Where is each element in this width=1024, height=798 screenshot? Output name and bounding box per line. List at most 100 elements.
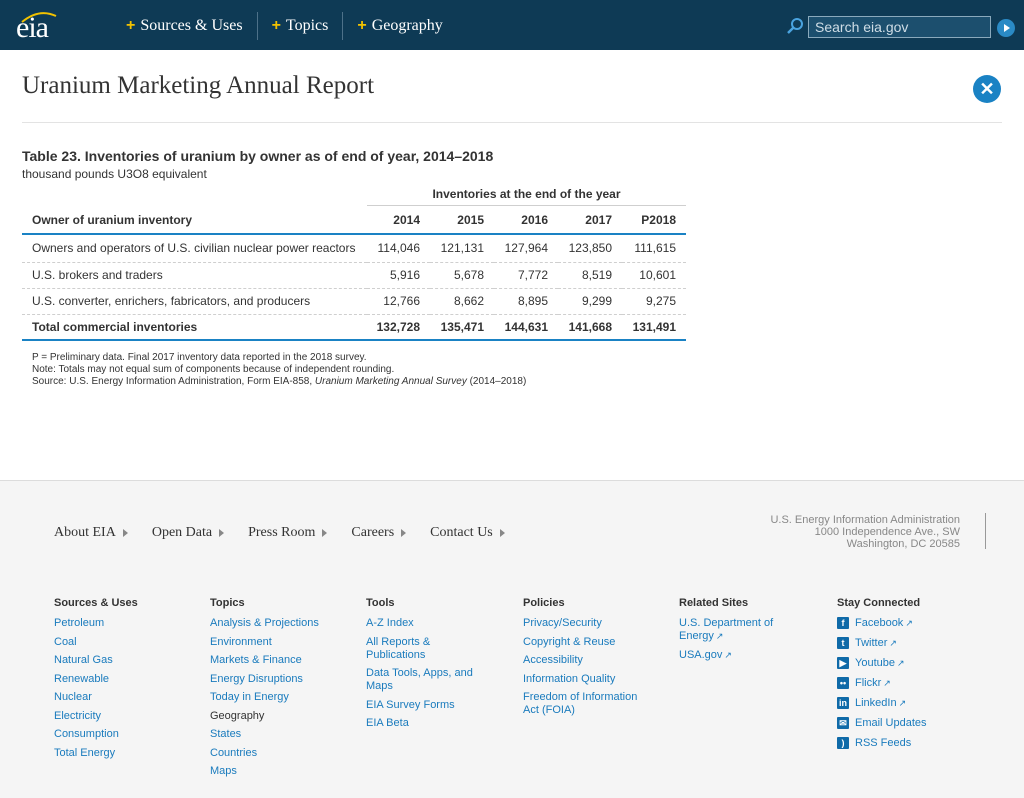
social-linkedin[interactable]: in LinkedIn ↗: [837, 697, 957, 709]
nav-geography[interactable]: + Geography: [343, 12, 456, 40]
social-label: LinkedIn: [855, 697, 897, 709]
footer-col-topics: Topics Analysis & Projections Environmen…: [210, 597, 360, 784]
table-cell: 111,615: [622, 234, 686, 263]
social-youtube[interactable]: ▶ Youtube ↗: [837, 657, 957, 669]
close-button[interactable]: ✕: [973, 75, 1001, 103]
column-header: 2016: [494, 206, 558, 235]
table-cell: 131,491: [622, 314, 686, 341]
footer-link[interactable]: Freedom of Information Act (FOIA): [523, 691, 653, 717]
footer-link[interactable]: Natural Gas: [54, 654, 204, 667]
footer-nav-contact[interactable]: Contact Us: [430, 525, 505, 541]
footer-link-usagov[interactable]: USA.gov ↗: [679, 649, 794, 662]
search-input[interactable]: Search eia.gov: [808, 16, 991, 38]
footer-link-label: USA.gov: [679, 648, 723, 661]
flickr-icon: ••: [837, 677, 849, 689]
footer-nav-about[interactable]: About EIA: [54, 525, 128, 541]
social-flickr[interactable]: •• Flickr ↗: [837, 677, 957, 689]
footer-link[interactable]: Coal: [54, 636, 204, 649]
footer-nav-open-data[interactable]: Open Data: [152, 525, 225, 541]
footer-link[interactable]: Accessibility: [523, 654, 653, 667]
footer-link[interactable]: Countries: [210, 747, 360, 760]
footer-nav-label: Press Room: [248, 525, 316, 540]
nav-sources-uses[interactable]: + Sources & Uses: [112, 12, 258, 40]
search-submit-button[interactable]: [997, 19, 1015, 37]
table-cell: 127,964: [494, 234, 558, 263]
footer-link[interactable]: Maps: [210, 765, 360, 778]
footer-link[interactable]: Data Tools, Apps, and Maps: [366, 667, 476, 693]
footer-col-tools: Tools A-Z Index All Reports & Publicatio…: [366, 597, 476, 736]
footer-col-heading: Topics: [210, 597, 245, 609]
caret-right-icon: [499, 529, 505, 537]
table-cell: 9,299: [558, 288, 622, 315]
table-cell: Owners and operators of U.S. civilian nu…: [22, 234, 367, 263]
footer-col-related: Related Sites U.S. Department of Energy ↗…: [679, 597, 794, 667]
footer-link[interactable]: Petroleum: [54, 617, 204, 630]
footer-col-heading: Related Sites: [679, 597, 749, 609]
nav-label: Geography: [371, 17, 443, 34]
table-group-header: Inventories at the end of the year: [367, 187, 686, 206]
footer-link[interactable]: Electricity: [54, 710, 204, 723]
table-cell: 5,916: [367, 262, 430, 289]
footer-link[interactable]: Energy Disruptions: [210, 673, 360, 686]
footer-link[interactable]: Information Quality: [523, 673, 653, 686]
footer-col-heading: Policies: [523, 597, 565, 609]
table-cell: 144,631: [494, 314, 558, 341]
external-link-icon: ↗: [724, 649, 732, 660]
social-email[interactable]: ✉ Email Updates: [837, 717, 957, 729]
nav-label: Sources & Uses: [140, 17, 243, 34]
source-title: Uranium Marketing Annual Survey: [314, 376, 467, 387]
footer-link[interactable]: Environment: [210, 636, 360, 649]
footer-link[interactable]: Analysis & Projections: [210, 617, 360, 630]
column-header: 2014: [367, 206, 430, 235]
footer-col-heading: Stay Connected: [837, 597, 921, 609]
external-link-icon: ↗: [715, 631, 724, 641]
footer-link[interactable]: Consumption: [54, 728, 204, 741]
footer-link[interactable]: Copyright & Reuse: [523, 636, 653, 649]
social-rss[interactable]: ) RSS Feeds: [837, 737, 957, 749]
nav-topics[interactable]: + Topics: [258, 12, 344, 40]
caret-right-icon: [219, 529, 225, 537]
external-link-icon: ↗: [898, 697, 907, 708]
footer-link[interactable]: EIA Survey Forms: [366, 699, 476, 712]
footer-link[interactable]: A-Z Index: [366, 617, 476, 630]
social-label: Youtube: [855, 657, 895, 669]
external-link-icon: ↗: [883, 677, 891, 688]
linkedin-icon: in: [837, 697, 849, 709]
table-cell: 10,601: [622, 262, 686, 289]
facebook-icon: f: [837, 617, 849, 629]
footer-nav-label: About EIA: [54, 525, 116, 540]
eia-logo[interactable]: eia: [16, 6, 60, 44]
column-header: 2015: [430, 206, 494, 235]
address-block: U.S. Energy Information Administration 1…: [770, 514, 960, 550]
footer-nav-press-room[interactable]: Press Room: [248, 525, 328, 541]
footer-nav: About EIA Open Data Press Room Careers C…: [54, 525, 529, 541]
social-label: Flickr: [855, 677, 882, 689]
footer-link[interactable]: Today in Energy: [210, 691, 360, 704]
social-facebook[interactable]: f Facebook ↗: [837, 617, 957, 629]
address-line: U.S. Energy Information Administration: [770, 514, 960, 526]
footer-nav-careers[interactable]: Careers: [351, 525, 407, 541]
page-title: Uranium Marketing Annual Report: [22, 72, 375, 99]
footer-link[interactable]: Nuclear: [54, 691, 204, 704]
footer: About EIA Open Data Press Room Careers C…: [0, 480, 1024, 798]
footer-link-doe[interactable]: U.S. Department of Energy ↗: [679, 617, 794, 643]
inventory-table: Owner of uranium inventory 2014 2015 201…: [22, 206, 686, 341]
table-title: Table 23. Inventories of uranium by owne…: [22, 148, 494, 164]
caret-right-icon: [322, 529, 328, 537]
footer-link[interactable]: EIA Beta: [366, 717, 476, 730]
external-link-icon: ↗: [905, 617, 913, 628]
search-icon[interactable]: [786, 17, 804, 35]
footer-link[interactable]: Markets & Finance: [210, 654, 360, 667]
footer-link[interactable]: All Reports & Publications: [366, 636, 476, 662]
table-cell: 5,678: [430, 262, 494, 289]
footer-link[interactable]: Renewable: [54, 673, 204, 686]
footer-link[interactable]: States: [210, 728, 360, 741]
table-row: U.S. converter, enrichers, fabricators, …: [22, 288, 686, 315]
footer-link[interactable]: Total Energy: [54, 747, 204, 760]
table-row: Owners and operators of U.S. civilian nu…: [22, 234, 686, 263]
footer-link[interactable]: Privacy/Security: [523, 617, 653, 630]
table-cell: 8,519: [558, 262, 622, 289]
social-label: Twitter: [855, 637, 888, 649]
social-twitter[interactable]: t Twitter ↗: [837, 637, 957, 649]
table-cell: U.S. brokers and traders: [22, 262, 367, 289]
